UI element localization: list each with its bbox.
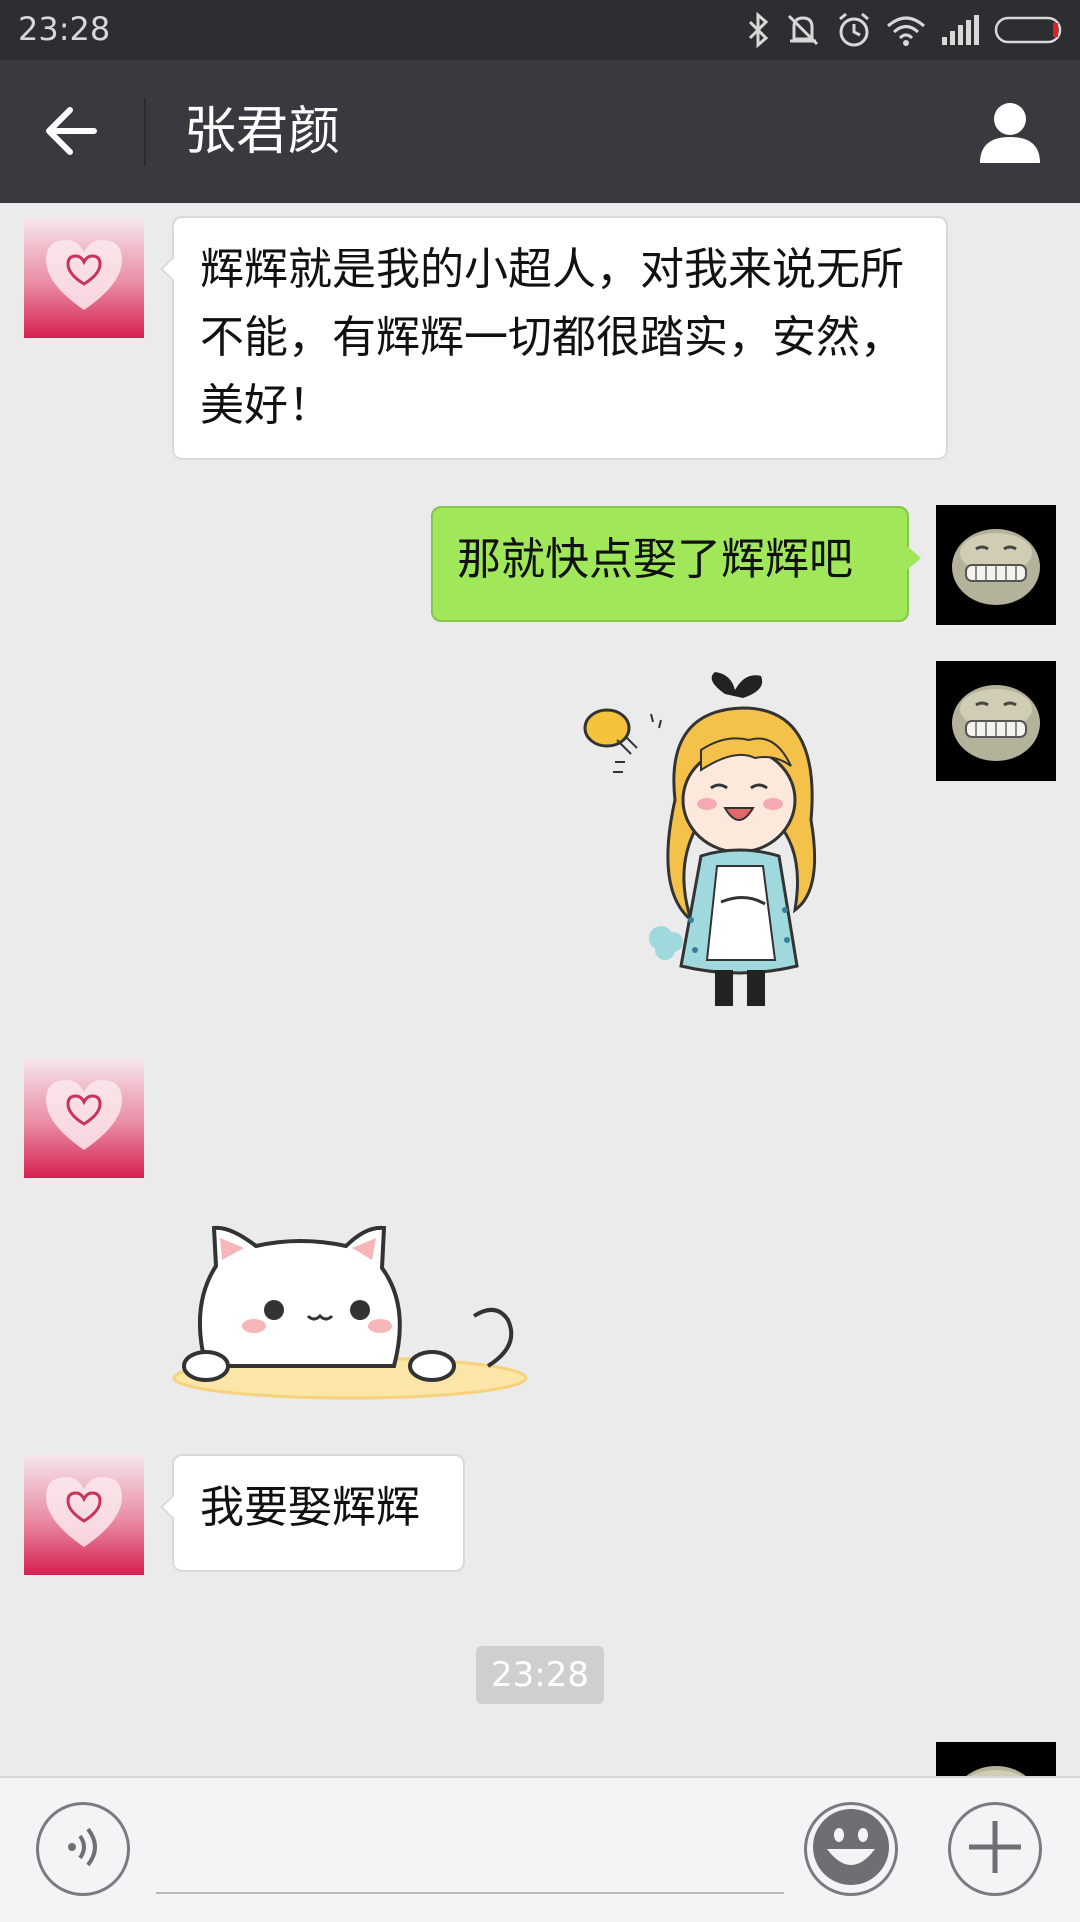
plus-icon bbox=[965, 1817, 1025, 1881]
signal-icon bbox=[940, 15, 980, 45]
message-bubble-outgoing[interactable]: 那就快点娶了辉辉吧 bbox=[431, 506, 921, 622]
status-time: 23:28 bbox=[18, 10, 111, 48]
wifi-icon bbox=[886, 14, 926, 46]
contact-avatar[interactable] bbox=[24, 218, 144, 338]
voice-icon bbox=[58, 1822, 108, 1876]
voice-button[interactable] bbox=[36, 1802, 130, 1896]
chat-title: 张君颜 bbox=[184, 102, 341, 162]
white-cat-sticker[interactable] bbox=[170, 1216, 530, 1410]
message-bubble-incoming[interactable]: 辉辉就是我的小超人，对我来说无所不能，有辉辉一切都很踏实，安然，美好！ bbox=[160, 216, 948, 460]
alarm-icon bbox=[836, 11, 872, 49]
back-button[interactable] bbox=[32, 98, 112, 168]
chat-header: 张君颜 bbox=[0, 60, 1080, 203]
bluetooth-icon bbox=[746, 12, 770, 48]
my-avatar[interactable] bbox=[936, 661, 1056, 781]
arrow-left-icon bbox=[44, 106, 100, 160]
timestamp-chip: 23:28 bbox=[476, 1646, 604, 1704]
smiley-icon bbox=[811, 1807, 891, 1891]
battery-icon bbox=[994, 15, 1066, 45]
message-bubble-incoming[interactable]: 我要娶辉辉 bbox=[160, 1454, 465, 1572]
profile-button[interactable] bbox=[970, 96, 1050, 172]
input-bar bbox=[0, 1776, 1080, 1922]
message-input[interactable] bbox=[156, 1798, 784, 1894]
contact-avatar[interactable] bbox=[24, 1455, 144, 1575]
person-icon bbox=[978, 101, 1042, 167]
muted-icon bbox=[784, 11, 822, 49]
contact-avatar[interactable] bbox=[24, 1058, 144, 1178]
emoji-button[interactable] bbox=[804, 1802, 898, 1896]
header-divider bbox=[144, 98, 146, 166]
blonde-girl-sticker[interactable] bbox=[575, 670, 865, 1024]
my-avatar[interactable] bbox=[936, 505, 1056, 625]
my-avatar[interactable] bbox=[936, 1742, 1056, 1776]
more-button[interactable] bbox=[948, 1802, 1042, 1896]
status-bar: 23:28 bbox=[0, 0, 1080, 60]
